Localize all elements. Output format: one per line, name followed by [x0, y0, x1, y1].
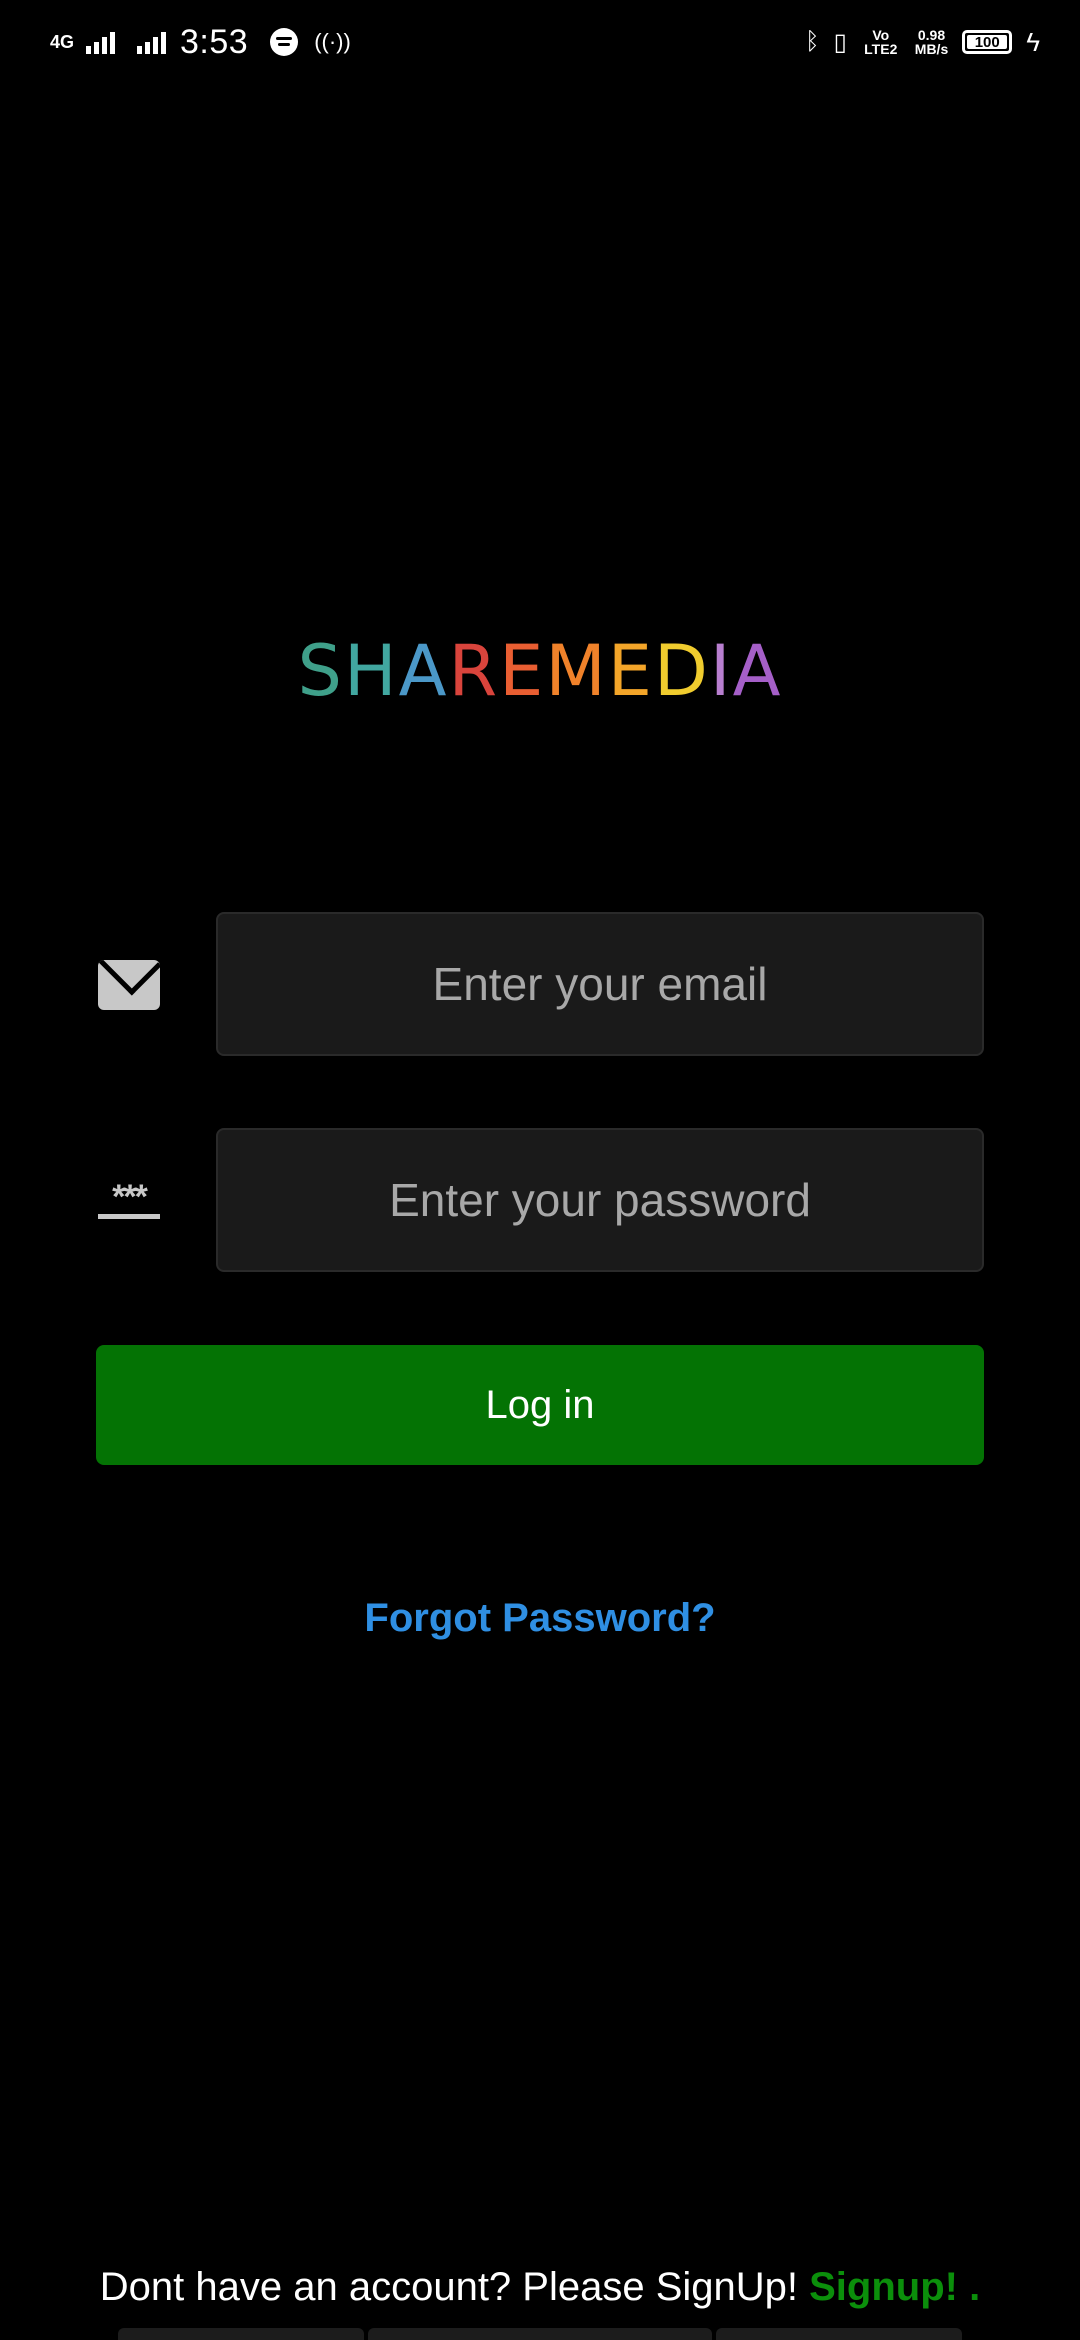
signup-trailing: .	[957, 2265, 981, 2309]
bluetooth-icon: ᛒ	[805, 28, 820, 55]
logo-letter: A	[732, 630, 783, 712]
signup-prompt-text: Dont have an account? Please SignUp!	[99, 2265, 810, 2309]
charging-icon: ϟ	[1026, 26, 1040, 57]
signal-icon-2	[137, 30, 166, 54]
status-bar-left: 4G 3:53 ((·))	[50, 18, 351, 66]
signup-prompt: Dont have an account? Please SignUp! Sig…	[0, 2265, 1080, 2310]
email-field[interactable]	[218, 913, 982, 1055]
logo-letter: A	[398, 630, 449, 712]
logo-letter: I	[709, 630, 733, 712]
network-type: 4G	[50, 32, 75, 52]
logo-letter: H	[343, 630, 399, 712]
password-icon-stars: ***	[112, 1177, 148, 1216]
logo-letter: R	[448, 630, 500, 712]
logo-letter: E	[499, 630, 546, 712]
logo-letter: E	[607, 630, 655, 712]
logo-letter: D	[654, 630, 710, 712]
volte-indicator: Vo LTE2	[864, 27, 898, 57]
clock: 3:53	[180, 22, 249, 61]
logo-letter: M	[545, 630, 608, 712]
network-speed-value: 0.98	[917, 27, 946, 43]
status-bar: 4G 3:53 ((·)) ᛒ ▯ Vo LTE2 0.98 MB/s 100 …	[0, 0, 1080, 84]
logo-letter: S	[297, 630, 344, 712]
status-bar-right: ᛒ ▯ Vo LTE2 0.98 MB/s 100 ϟ	[805, 22, 1040, 62]
spotify-icon	[270, 28, 299, 56]
hotspot-icon: ((·))	[314, 29, 351, 54]
network-speed: 0.98 MB/s	[915, 28, 948, 56]
network-speed-unit: MB/s	[914, 41, 949, 57]
mail-icon	[98, 960, 160, 1010]
vibrate-icon: ▯	[833, 28, 847, 56]
forgot-password-link[interactable]: Forgot Password?	[0, 1596, 1080, 1641]
app-logo: SHAREMEDIA	[0, 630, 1080, 712]
signup-link[interactable]: Signup!	[809, 2265, 958, 2309]
password-field-container[interactable]	[216, 1128, 984, 1272]
signal-icon	[86, 30, 115, 54]
email-field-container[interactable]	[216, 912, 984, 1056]
login-button[interactable]: Log in	[96, 1345, 984, 1465]
battery-level: 100	[974, 33, 1000, 51]
password-field[interactable]	[218, 1129, 982, 1271]
password-icon: ***	[98, 1176, 160, 1226]
battery-icon: 100	[962, 30, 1013, 54]
bottom-strip	[118, 2328, 962, 2340]
